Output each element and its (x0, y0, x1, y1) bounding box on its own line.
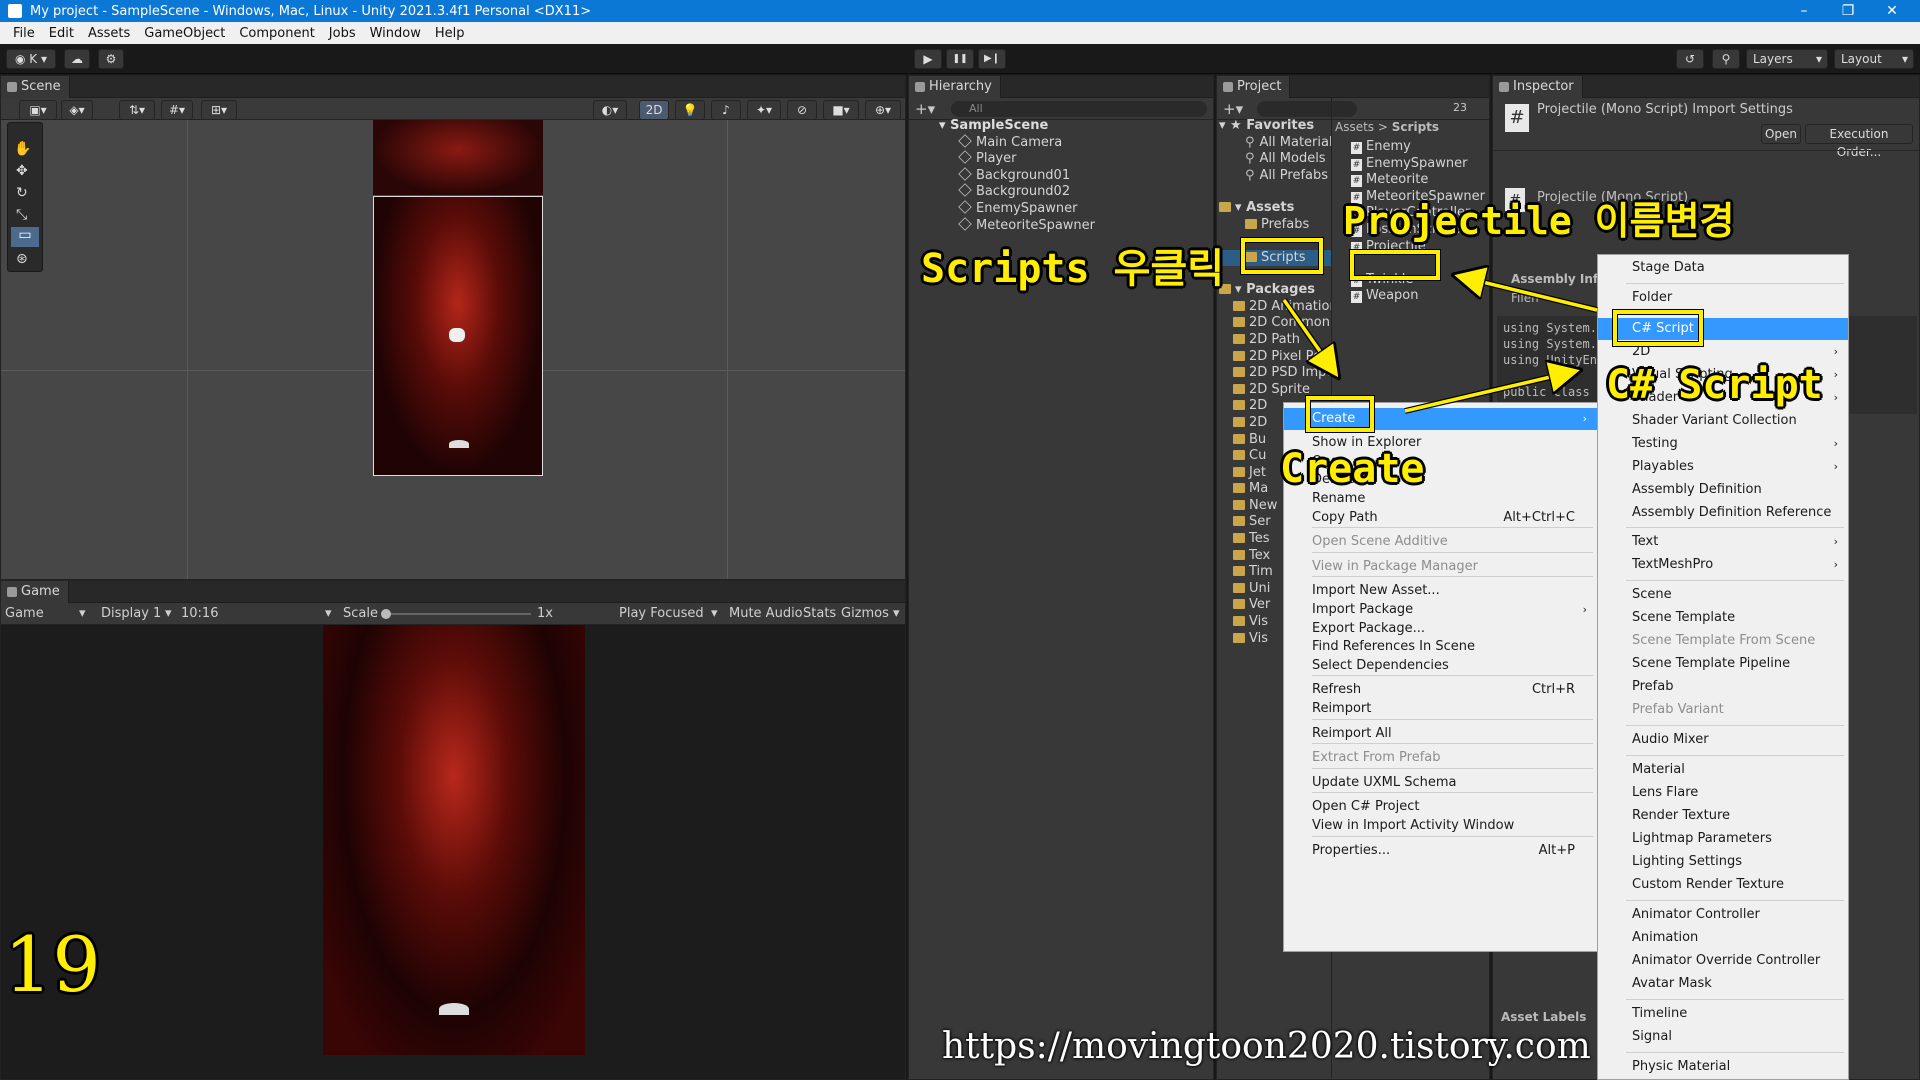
arrow-csharp-to-projectile (1458, 276, 1598, 312)
annotation-csharp-script: C# Script (1606, 362, 1823, 408)
watermark-url: https://movingtoon2020.tistory.com (942, 1026, 1591, 1067)
arrow-create-to-csharp (1404, 371, 1576, 413)
annotation-arrows (1281, 0, 1598, 414)
arrow-scripts-to-create (1282, 298, 1336, 374)
annotation-rename-projectile: Projectile 이름변경 (1343, 199, 1735, 243)
annotation-create: Create (1280, 446, 1425, 492)
step-number: 19 (4, 920, 101, 1009)
annotation-scripts-right-click: Scripts 우클릭 (921, 246, 1225, 292)
